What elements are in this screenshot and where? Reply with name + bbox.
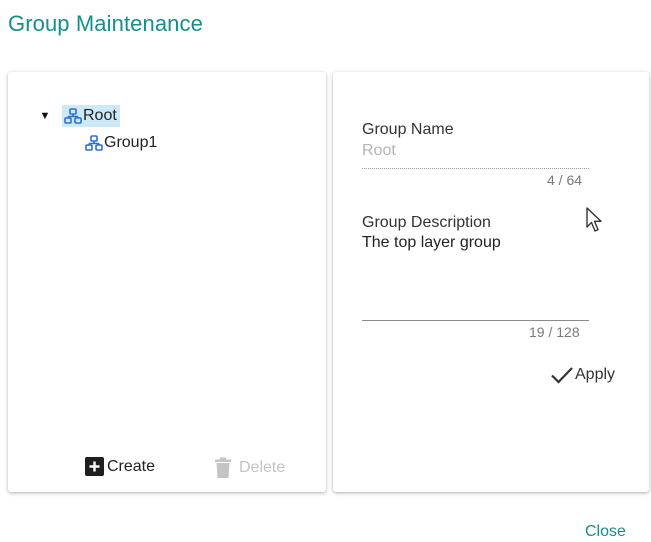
trash-icon [215, 457, 231, 478]
delete-button[interactable]: Delete [214, 457, 285, 479]
tree-node-group1-label-wrap[interactable]: Group1 [83, 132, 160, 154]
group-icon [85, 135, 103, 151]
tree-node-root-label-wrap[interactable]: Root [62, 105, 120, 127]
tree-node-label: Root [83, 107, 117, 124]
checkmark-icon [551, 367, 573, 384]
group-name-char-count: 4 / 64 [547, 172, 583, 188]
group-tree-panel: ▼ Root Group1 Create Delete [8, 72, 326, 492]
apply-button[interactable]: Apply [550, 366, 615, 384]
tree-node-root[interactable]: ▼ Root [38, 105, 120, 127]
group-description-label: Group Description [362, 214, 491, 231]
apply-button-label: Apply [575, 366, 616, 383]
dialog-title: Group Maintenance [8, 11, 203, 36]
delete-button-label: Delete [239, 459, 286, 476]
mouse-pointer-icon [586, 207, 602, 232]
plus-icon [85, 457, 104, 476]
group-name-underline [362, 168, 589, 169]
group-name-field[interactable]: Root [362, 142, 396, 160]
group-description-char-count: 19 / 128 [529, 324, 580, 340]
group-maintenance-dialog: Group Maintenance ▼ Root Group1 Create D… [0, 0, 651, 542]
group-description-field[interactable]: The top layer group [362, 234, 501, 252]
close-button[interactable]: Close [585, 523, 626, 541]
group-icon [64, 108, 82, 124]
group-detail-panel: Group Name Root 4 / 64 Group Description… [333, 72, 649, 492]
group-description-underline [362, 320, 589, 321]
expand-caret-icon[interactable]: ▼ [38, 110, 52, 122]
create-button[interactable]: Create [85, 457, 155, 476]
tree-node-label: Group1 [104, 134, 158, 151]
create-button-label: Create [107, 457, 156, 475]
tree-node-group1[interactable]: Group1 [83, 132, 160, 154]
group-name-label: Group Name [362, 121, 454, 138]
